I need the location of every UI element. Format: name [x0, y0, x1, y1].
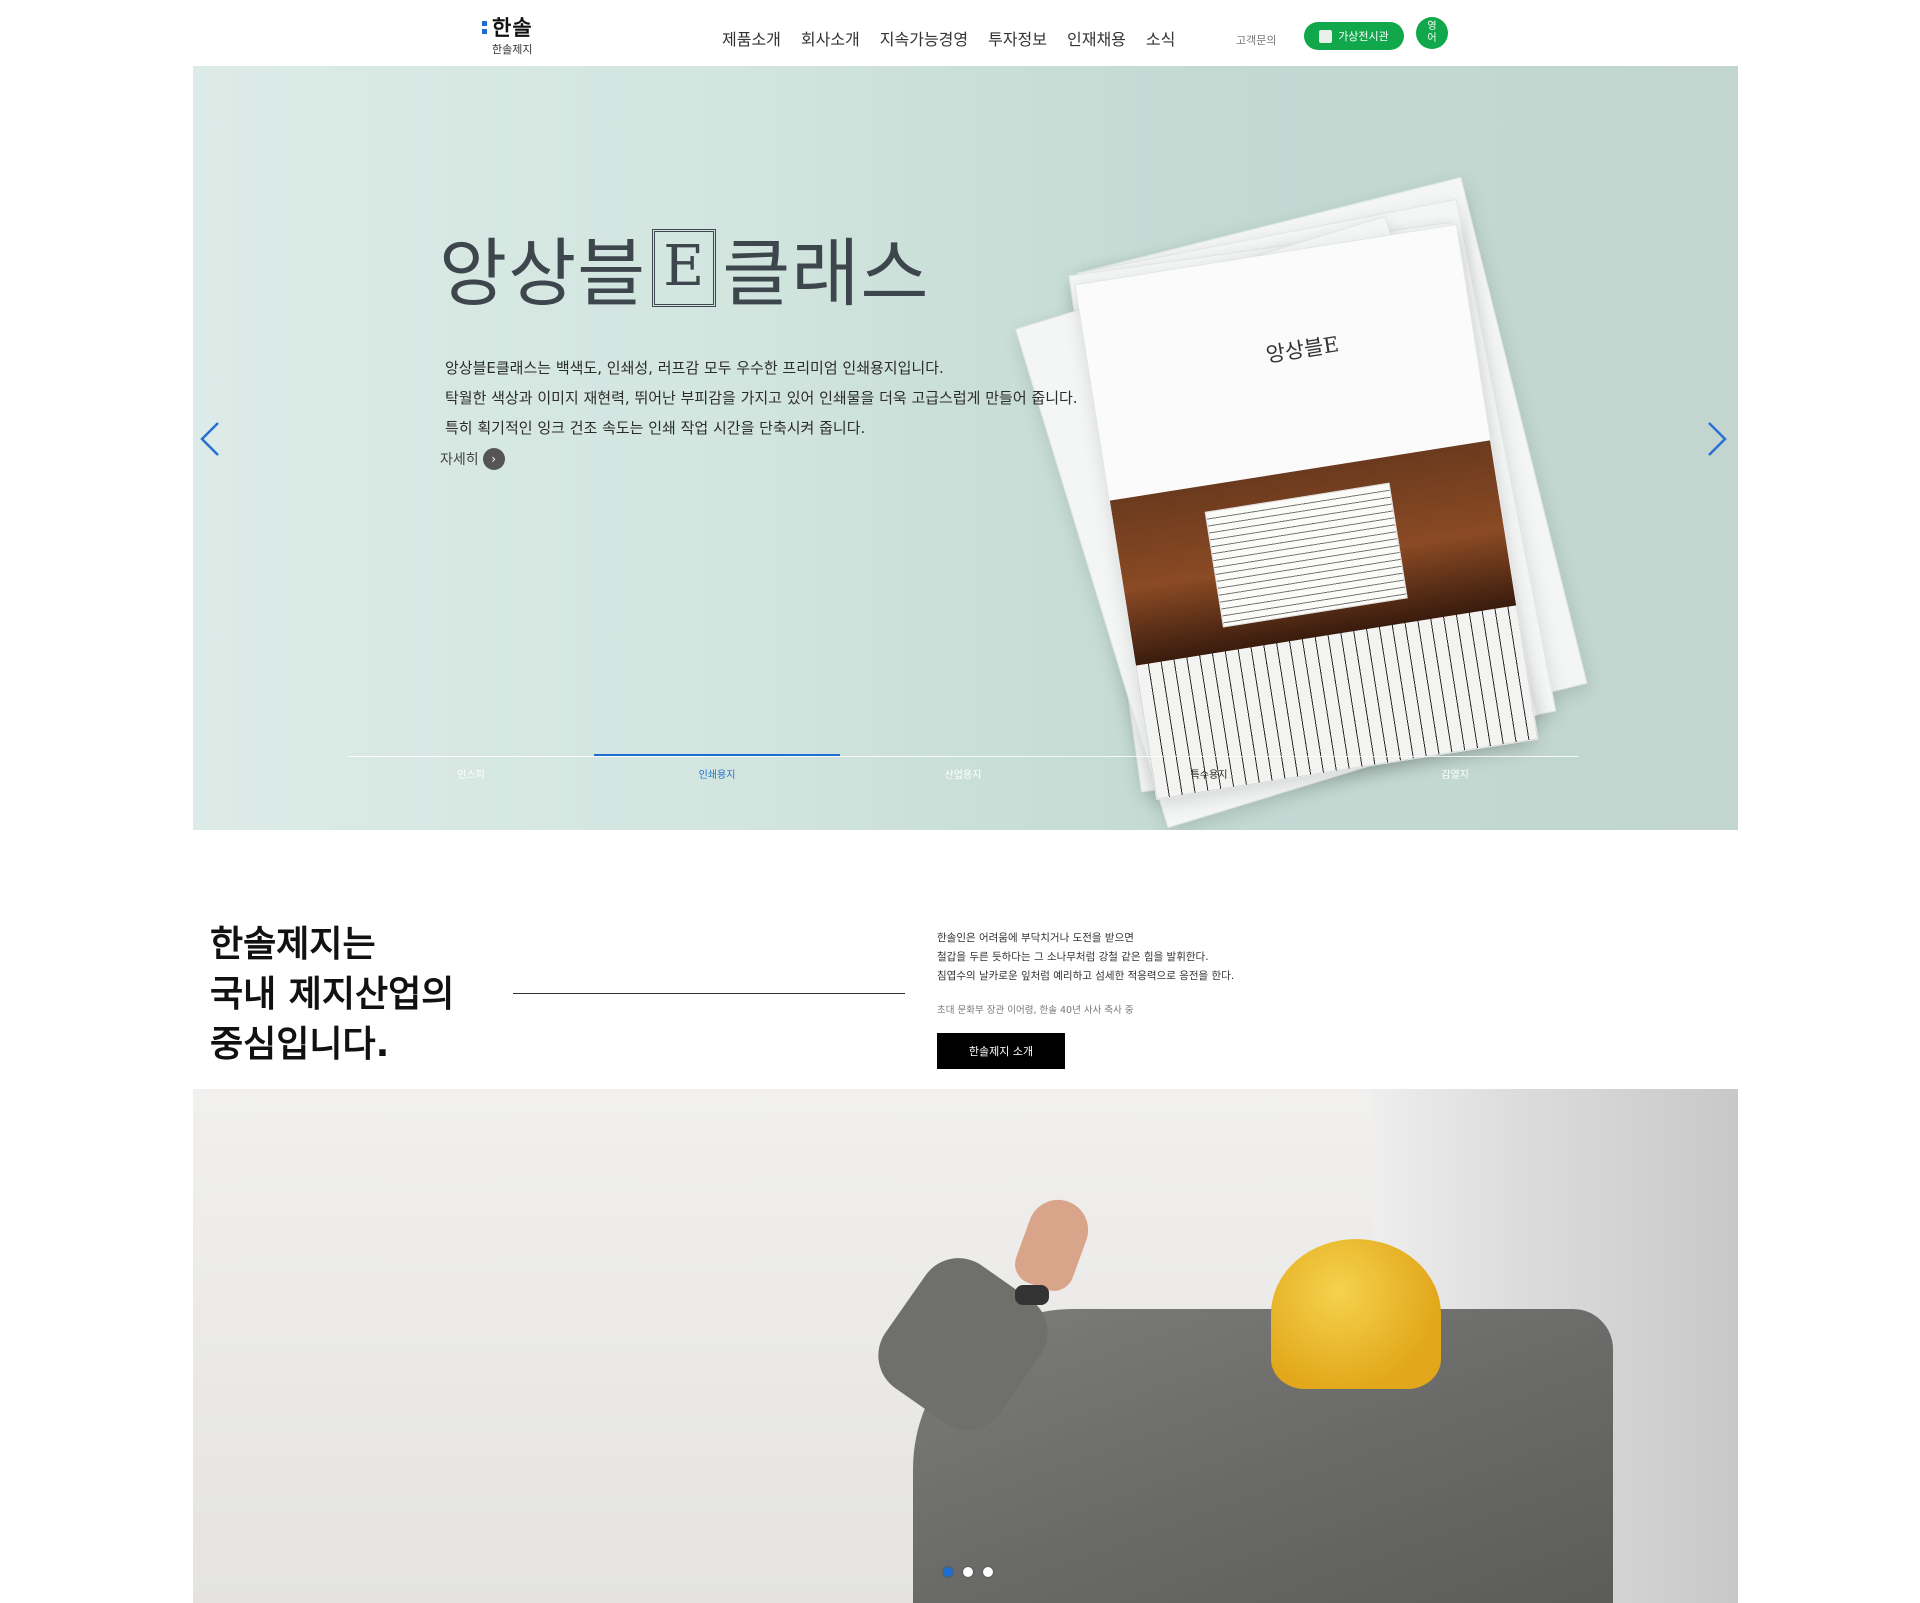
- nav-products[interactable]: 제품소개: [722, 26, 781, 50]
- company-intro-button[interactable]: 한솔제지 소개: [937, 1033, 1065, 1069]
- pagination-dot-3[interactable]: [983, 1567, 993, 1577]
- nav-news[interactable]: 소식: [1146, 26, 1175, 50]
- language-label: 영 어: [1427, 21, 1436, 45]
- intro-title-line: 중심입니다.: [210, 1024, 390, 1065]
- nav-careers[interactable]: 인재채용: [1067, 26, 1126, 50]
- tab-industrial-paper[interactable]: 산업용지: [840, 766, 1086, 781]
- active-tab-indicator: [594, 754, 840, 756]
- virtual-exhibition-button[interactable]: 가상전시관: [1304, 22, 1404, 50]
- hero-description: 앙상블E클래스는 백색도, 인쇄성, 러프감 모두 우수한 프리미엄 인쇄용지입…: [445, 353, 1078, 443]
- nav-sustainability[interactable]: 지속가능경영: [880, 26, 968, 50]
- slider-next-arrow-icon[interactable]: [1703, 419, 1729, 459]
- intro-title: 한솔제지는 국내 제지산업의 중심입니다.: [210, 920, 454, 1070]
- tab-thermal-paper[interactable]: 감열지: [1332, 766, 1578, 781]
- pagination-dot-2[interactable]: [963, 1567, 973, 1577]
- customer-inquiry-link[interactable]: 고객문의: [1236, 32, 1276, 48]
- tabs-divider: [348, 756, 1578, 757]
- quote-line: 철갑을 두른 듯하다는 그 소나무처럼 강철 같은 힘을 발휘한다.: [937, 951, 1209, 963]
- slider-prev-arrow-icon[interactable]: [198, 419, 224, 459]
- worker-photo-banner: [193, 1089, 1738, 1603]
- worker-hand-image: [1009, 1191, 1097, 1297]
- logo-title: 한솔: [492, 16, 533, 40]
- intro-quote: 한솔인은 어려움에 부닥치거나 도전을 받으면 철갑을 두른 듯하다는 그 소나…: [937, 929, 1234, 986]
- tab-specialty-paper[interactable]: 특수용지: [1086, 766, 1332, 781]
- hero-more-link[interactable]: 자세히 ›: [440, 448, 505, 470]
- main-nav: 제품소개 회사소개 지속가능경영 투자정보 인재채용 소식: [722, 26, 1175, 50]
- hero-desc-line: 탁월한 색상과 이미지 재현력, 뛰어난 부피감을 가지고 있어 인쇄물을 더욱…: [445, 389, 1078, 407]
- language-english-button[interactable]: 영 어: [1416, 17, 1448, 49]
- logo-subtitle: 한솔제지: [492, 43, 533, 56]
- exhibition-icon: [1319, 29, 1333, 43]
- quote-line: 침엽수의 날카로운 잎처럼 예리하고 섬세한 적응력으로 응전을 한다.: [937, 970, 1235, 982]
- intro-title-line: 국내 제지산업의: [210, 974, 455, 1015]
- language-label-line1: 영: [1427, 21, 1437, 32]
- brochure-stack-image: 앙상블E: [933, 176, 1653, 830]
- hero-title-e-mark: E: [652, 228, 717, 307]
- hard-hat-image: [1271, 1239, 1441, 1389]
- photo-slider-pagination: [943, 1567, 993, 1577]
- virtual-exhibition-label: 가상전시관: [1338, 30, 1389, 43]
- hansol-logo[interactable]: 한솔 한솔제지: [482, 12, 562, 58]
- nav-company[interactable]: 회사소개: [801, 26, 860, 50]
- hero-desc-line: 특히 획기적인 잉크 건조 속도는 인쇄 작업 시간을 단축시켜 줍니다.: [445, 419, 866, 437]
- hero-slider: 앙상블E 앙상블 E 클래스 앙상블E클래스는 백색도, 인쇄성, 러프감 모두…: [193, 66, 1738, 830]
- hero-title-part1: 앙상블: [439, 231, 647, 317]
- quote-source: 초대 문화부 장관 이어령, 한솔 40년 사사 축사 중: [937, 1005, 1134, 1016]
- logo-mark-icon: [482, 21, 487, 34]
- brochure-cover: 앙상블E: [1075, 225, 1538, 799]
- product-category-tabs: 인스피 인쇄용지 산업용지 특수용지 감열지: [348, 754, 1578, 786]
- intro-divider: [513, 993, 905, 994]
- hero-title: 앙상블 E 클래스: [439, 214, 930, 321]
- quote-line: 한솔인은 어려움에 부닥치거나 도전을 받으면: [937, 932, 1134, 944]
- hero-title-part2: 클래스: [722, 231, 930, 317]
- hero-desc-line: 앙상블E클래스는 백색도, 인쇄성, 러프감 모두 우수한 프리미엄 인쇄용지입…: [445, 359, 944, 377]
- nav-investor[interactable]: 투자정보: [988, 26, 1047, 50]
- language-label-line2: 어: [1427, 33, 1437, 44]
- hero-more-label: 자세히: [440, 452, 479, 468]
- chevron-right-circle-icon: ›: [482, 448, 505, 470]
- intro-title-line: 한솔제지는: [210, 924, 376, 965]
- tab-printing-paper[interactable]: 인쇄용지: [594, 766, 840, 781]
- site-header: 한솔 한솔제지 제품소개 회사소개 지속가능경영 투자정보 인재채용 소식 고객…: [0, 0, 1920, 66]
- wristwatch-image: [1015, 1285, 1049, 1305]
- pagination-dot-1[interactable]: [943, 1567, 953, 1577]
- tab-inspi[interactable]: 인스피: [348, 766, 594, 781]
